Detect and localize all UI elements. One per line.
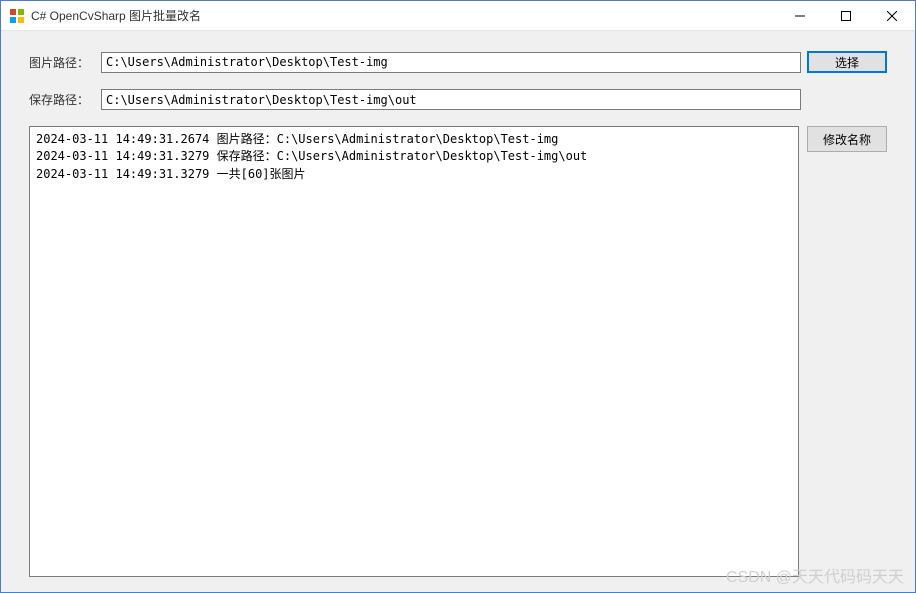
window-controls bbox=[777, 1, 915, 30]
close-button[interactable] bbox=[869, 1, 915, 31]
save-path-row: 保存路径： bbox=[29, 89, 887, 110]
rename-button[interactable]: 修改名称 bbox=[807, 126, 887, 152]
maximize-button[interactable] bbox=[823, 1, 869, 31]
side-column: 修改名称 bbox=[807, 126, 887, 577]
select-button[interactable]: 选择 bbox=[807, 51, 887, 73]
log-output[interactable]: 2024-03-11 14:49:31.2674 图片路径：C:\Users\A… bbox=[29, 126, 799, 577]
window-title: C# OpenCvSharp 图片批量改名 bbox=[31, 7, 777, 24]
lower-section: 2024-03-11 14:49:31.2674 图片路径：C:\Users\A… bbox=[29, 126, 887, 577]
titlebar: C# OpenCvSharp 图片批量改名 bbox=[1, 1, 915, 31]
minimize-button[interactable] bbox=[777, 1, 823, 31]
app-window: C# OpenCvSharp 图片批量改名 图片路径： 选择 保存路径： 202… bbox=[0, 0, 916, 593]
image-path-label: 图片路径： bbox=[29, 54, 101, 71]
app-icon bbox=[9, 8, 25, 24]
save-path-label: 保存路径： bbox=[29, 91, 101, 108]
image-path-row: 图片路径： 选择 bbox=[29, 51, 887, 73]
image-path-input[interactable] bbox=[101, 52, 801, 73]
save-path-input[interactable] bbox=[101, 89, 801, 110]
content-area: 图片路径： 选择 保存路径： 2024-03-11 14:49:31.2674 … bbox=[1, 31, 915, 592]
